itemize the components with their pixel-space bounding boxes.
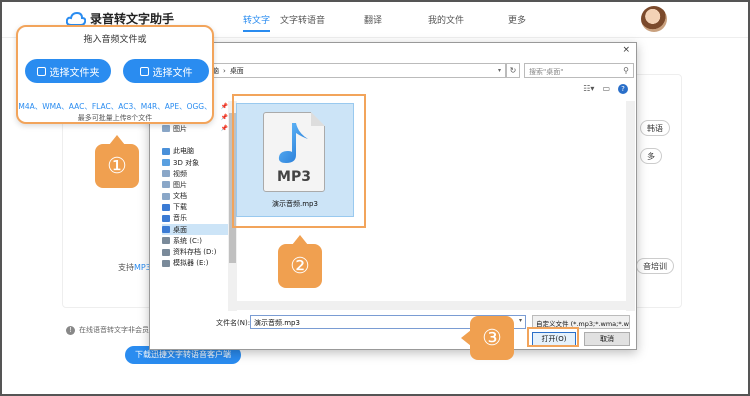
tree-item[interactable]: 下载 [162, 202, 228, 213]
folder-tree: 文档📌下载📌图片📌此电脑3D 对象视频图片文档下载音乐桌面系统 (C:)资料存档… [162, 101, 228, 311]
tree-item-label: 资料存档 (D:) [173, 248, 217, 257]
nav-text-to-speech[interactable]: 文字转语音 [280, 13, 325, 26]
horizontal-scrollbar[interactable] [230, 301, 630, 310]
tree-item[interactable]: 桌面 [162, 224, 228, 236]
tree-item[interactable]: 模拟器 (E:) [162, 258, 228, 269]
preview-pane-icon[interactable]: ▭ [602, 84, 610, 94]
tree-item-label: 下载 [173, 203, 187, 212]
help-icon[interactable]: ? [618, 84, 628, 94]
more-button[interactable]: 多 [640, 148, 662, 164]
tree-item-label: 音乐 [173, 214, 187, 223]
tree-item-label: 模拟器 (E:) [173, 259, 209, 268]
cloud-icon [66, 11, 86, 26]
tree-item[interactable]: 资料存档 (D:) [162, 246, 228, 257]
pin-icon: 📌 [220, 114, 228, 122]
tree-item-label: 此电脑 [173, 147, 194, 156]
tree-item [162, 135, 228, 146]
files-scrollbar[interactable] [626, 101, 635, 311]
3d-icon [162, 159, 170, 167]
supported-formats: M4A、WMA、AAC、FLAC、AC3、M4R、APE、OGG、 [18, 102, 212, 111]
refresh-icon[interactable]: ↻ [506, 63, 520, 78]
tree-item-label: 3D 对象 [173, 158, 200, 167]
doc-icon [162, 192, 170, 200]
folder-icon [36, 66, 46, 76]
upload-limit: 最多可批量上传8个文件 [77, 114, 153, 122]
tree-item-label: 图片 [173, 180, 187, 189]
support-text: 支持MP3 [118, 262, 151, 273]
picture-icon [162, 125, 170, 133]
drive-icon [162, 248, 170, 256]
tree-item-label: 图片 [173, 124, 187, 133]
select-folder-button[interactable]: 选择文件夹 [25, 59, 111, 83]
training-button[interactable]: 音培训 [636, 258, 674, 274]
support-prefix: 支持 [118, 263, 134, 272]
select-file-label: 选择文件 [152, 67, 193, 79]
chevron-down-icon[interactable]: ▾ [519, 317, 522, 324]
filename-label: 文件名(N): [216, 319, 251, 327]
search-icon: ⚲ [623, 66, 629, 75]
info-icon: ! [66, 325, 75, 335]
drive-icon [162, 259, 170, 267]
breadcrumb-desktop[interactable]: 桌面 [230, 66, 244, 76]
select-folder-label: 选择文件夹 [49, 67, 100, 79]
music-icon [162, 214, 170, 222]
upload-popup: 拖入音频文件或 选择文件夹 选择文件 M4A、WMA、AAC、FLAC、AC3、… [16, 25, 214, 124]
pin-icon: 📌 [220, 125, 228, 133]
filename-value: 演示音频.mp3 [254, 319, 300, 327]
upload-title: 拖入音频文件或 [83, 35, 147, 45]
tree-item-label: 文档 [173, 192, 187, 201]
close-icon[interactable]: × [622, 45, 630, 55]
toolbar: ☷▾ ▭? [150, 83, 636, 97]
video-icon [162, 170, 170, 178]
notice-text: 在线语音转文字非会员 [79, 326, 149, 334]
step-1-marker: ① [95, 135, 139, 188]
chevron-down-icon[interactable]: ▾ [498, 67, 501, 74]
address-bar[interactable]: 此电脑 › 桌面 ▾ [180, 63, 506, 78]
tree-item-label: 桌面 [173, 225, 187, 234]
open-file-dialog: × ←→↑ 此电脑 › 桌面 ▾ ↻ 搜索"桌面"⚲ ☷▾▭? 文档📌下载📌图片… [149, 42, 637, 350]
select-file-button[interactable]: 选择文件 [123, 59, 209, 83]
tree-item[interactable]: 图片 📌 [162, 123, 228, 134]
tree-item-label: 系统 (C:) [173, 236, 202, 245]
nav-transcribe[interactable]: 转文字 [243, 13, 271, 32]
download-icon [162, 203, 170, 211]
file-icon [139, 66, 149, 76]
search-input[interactable]: 搜索"桌面" ⚲ [524, 63, 634, 78]
step-3-marker: ③ [461, 316, 514, 360]
tree-item[interactable]: 系统 (C:) [162, 235, 228, 246]
avatar[interactable] [641, 6, 667, 32]
tree-item[interactable]: 图片 [162, 179, 228, 190]
open-button-highlight [527, 327, 579, 347]
language-button[interactable]: 韩语 [640, 120, 670, 136]
nav-my-files[interactable]: 我的文件 [428, 13, 464, 26]
drive-icon [162, 237, 170, 245]
tree-item[interactable]: 视频 [162, 168, 228, 179]
desktop-icon [162, 226, 170, 234]
tree-item[interactable]: 此电脑 [162, 146, 228, 157]
tree-item[interactable]: 3D 对象 [162, 157, 228, 168]
pin-icon: 📌 [220, 103, 228, 111]
cancel-button[interactable]: 取消 [584, 332, 630, 346]
nav-translate[interactable]: 翻译 [364, 13, 382, 26]
view-icon[interactable]: ☷▾ [583, 84, 594, 94]
file-highlight [232, 94, 366, 228]
pc-icon [162, 147, 170, 155]
tree-item-label: 视频 [173, 169, 187, 178]
breadcrumb-sep: › [223, 66, 226, 75]
step-2-marker: ② [278, 235, 322, 288]
tree-item[interactable]: 文档 [162, 191, 228, 202]
picture-icon [162, 181, 170, 189]
notice: ! 在线语音转文字非会员 [66, 325, 149, 335]
nav-more[interactable]: 更多 [508, 13, 526, 26]
search-placeholder: 搜索"桌面" [529, 68, 564, 76]
tree-item[interactable]: 音乐 [162, 213, 228, 224]
